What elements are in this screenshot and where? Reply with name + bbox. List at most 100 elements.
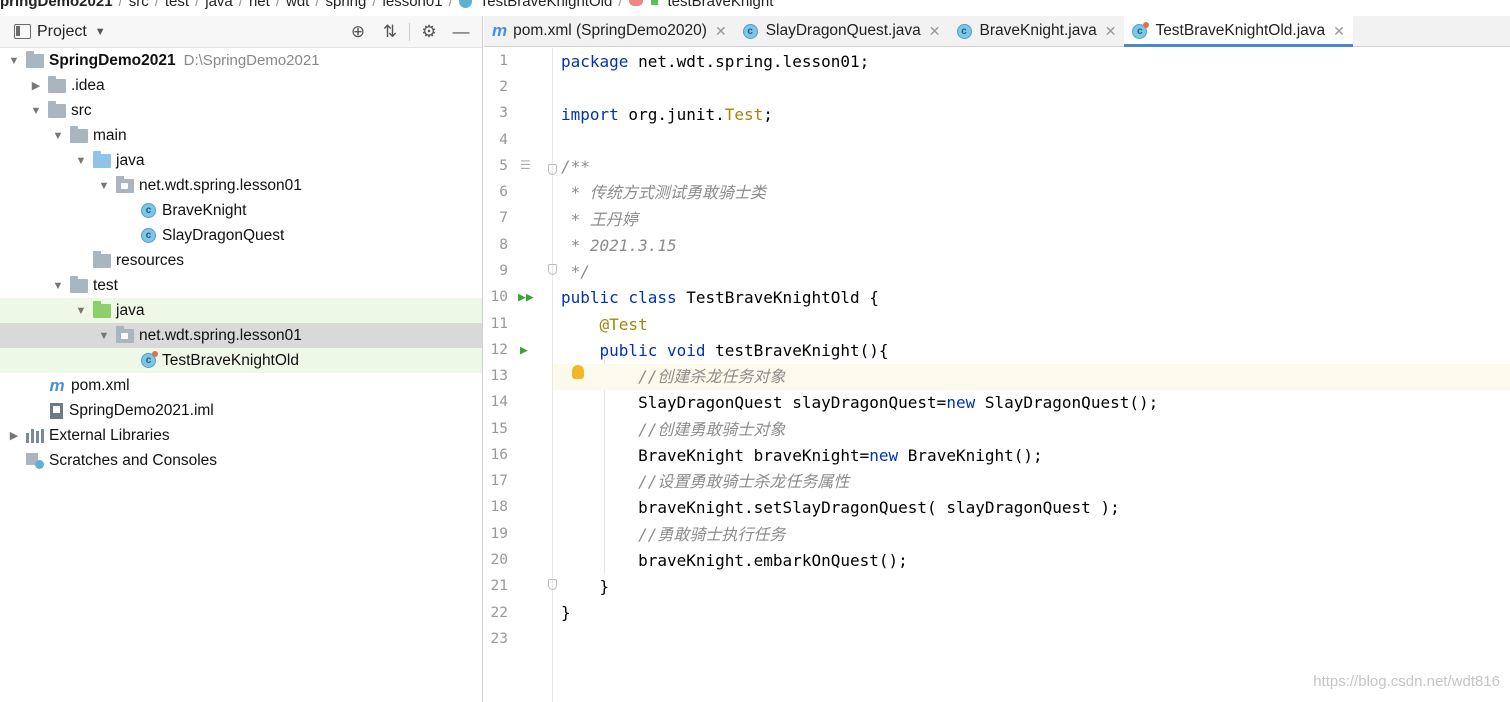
breadcrumb-item[interactable]: test	[165, 0, 189, 10]
tree-item-pom[interactable]: m pom.xml	[0, 373, 482, 398]
line-number: 3	[499, 105, 508, 121]
package-icon	[116, 175, 134, 193]
tree-item-test-java[interactable]: ▼ java	[0, 298, 482, 323]
code-line: //设置勇敢骑士杀龙任务属性	[561, 472, 850, 491]
watermark: https://blog.csdn.net/wdt816	[1313, 673, 1500, 690]
folder-icon	[70, 125, 88, 143]
lightbulb-icon[interactable]	[572, 365, 584, 379]
line-number: 13	[490, 368, 508, 384]
code-line: package net.wdt.spring.lesson01;	[561, 52, 870, 71]
chevron-down-icon[interactable]: ▼	[73, 155, 89, 167]
tree-item-testbraveknightold[interactable]: c TestBraveKnightOld	[0, 348, 482, 373]
project-view-selector[interactable]: Project	[37, 23, 87, 41]
chevron-down-icon[interactable]: ▼	[6, 55, 22, 67]
project-panel-header: Project ▼ ⊕ ⇅ ⚙ —	[0, 16, 482, 48]
line-number: 23	[490, 631, 508, 647]
code-line: */	[561, 262, 590, 281]
breadcrumb-item[interactable]: spring	[326, 0, 367, 10]
tree-item-external-libraries[interactable]: ▶ External Libraries	[0, 423, 482, 448]
tab-testbraveknightold[interactable]: c TestBraveKnightOld.java ✕	[1124, 16, 1354, 47]
chevron-down-icon[interactable]: ▼	[50, 280, 66, 292]
code-line: public void testBraveKnight(){	[561, 341, 889, 360]
code-line: /**	[561, 157, 590, 176]
close-icon[interactable]: ✕	[929, 23, 941, 40]
line-number: 10	[490, 289, 508, 305]
breadcrumb-item[interactable]: java	[205, 0, 233, 10]
tree-item-slaydragonquest[interactable]: c SlayDragonQuest	[0, 223, 482, 248]
line-number: 4	[499, 132, 508, 148]
collapse-all-icon[interactable]: ⇅	[377, 20, 403, 44]
tree-item-test-package[interactable]: ▼ net.wdt.spring.lesson01	[0, 323, 482, 348]
locate-icon[interactable]: ⊕	[345, 20, 371, 44]
chevron-right-icon[interactable]: ▶	[6, 429, 22, 442]
class-icon	[458, 0, 472, 8]
tree-item-braveknight[interactable]: c BraveKnight	[0, 198, 482, 223]
breadcrumb-item[interactable]: TestBraveKnightOld	[480, 0, 613, 10]
tree-item-scratches[interactable]: Scratches and Consoles	[0, 448, 482, 473]
code-line: }	[561, 603, 571, 622]
line-number: 7	[499, 210, 508, 226]
line-number: 16	[490, 447, 508, 463]
current-code-line: //创建杀龙任务对象	[553, 364, 1510, 390]
chevron-down-icon[interactable]: ▼	[96, 330, 112, 342]
chevron-down-icon[interactable]: ▼	[73, 305, 89, 317]
tree-item-iml[interactable]: SpringDemo2021.iml	[0, 398, 482, 423]
line-number: 20	[490, 552, 508, 568]
folder-icon	[70, 275, 88, 293]
tree-item-test[interactable]: ▼ test	[0, 273, 482, 298]
chevron-down-icon[interactable]: ▼	[96, 180, 112, 192]
line-number: 9	[499, 263, 508, 279]
code-line: }	[561, 577, 610, 596]
code-line: import org.junit.Test;	[561, 105, 773, 124]
tree-item-idea[interactable]: ▶ .idea	[0, 73, 482, 98]
run-class-icon[interactable]: ▶▶	[518, 290, 534, 305]
run-test-icon[interactable]: ▶	[520, 343, 528, 358]
code-line: BraveKnight braveKnight=new BraveKnight(…	[561, 446, 1043, 465]
line-number: 12	[490, 342, 508, 358]
close-icon[interactable]: ✕	[1105, 23, 1117, 40]
source-folder-icon	[93, 150, 111, 168]
line-number: 19	[490, 526, 508, 542]
chevron-right-icon[interactable]: ▶	[28, 79, 44, 92]
library-icon	[26, 428, 44, 443]
tab-braveknight[interactable]: c BraveKnight.java ✕	[949, 16, 1125, 46]
test-class-icon: c	[141, 351, 158, 368]
line-number: 21	[490, 578, 508, 594]
folder-icon	[48, 100, 66, 118]
line-number: 22	[490, 605, 508, 621]
tree-item-resources[interactable]: resources	[0, 248, 482, 273]
code-editor[interactable]: 1 2 3 4 5 6 7 8 9 10 11 12 13 14 15 16 1…	[484, 48, 1510, 702]
tree-item-main-package[interactable]: ▼ net.wdt.spring.lesson01	[0, 173, 482, 198]
public-icon	[650, 0, 658, 5]
tree-item-main[interactable]: ▼ main	[0, 123, 482, 148]
tab-pom[interactable]: m pom.xml (SpringDemo2020) ✕	[484, 16, 735, 46]
breadcrumb-item[interactable]: wdt	[286, 0, 309, 10]
gear-icon[interactable]: ⚙	[416, 20, 442, 44]
hide-icon[interactable]: —	[448, 20, 474, 44]
close-icon[interactable]: ✕	[715, 23, 727, 40]
breadcrumb-item[interactable]: lesson01	[383, 0, 443, 10]
chevron-down-icon[interactable]: ▼	[28, 105, 44, 117]
iml-file-icon	[50, 402, 63, 419]
test-folder-icon	[93, 300, 111, 318]
tab-slaydragonquest[interactable]: c SlayDragonQuest.java ✕	[735, 16, 949, 46]
doc-render-icon[interactable]: ☰	[520, 158, 531, 172]
close-icon[interactable]: ✕	[1333, 23, 1345, 40]
tree-item-src[interactable]: ▼ src	[0, 98, 482, 123]
tree-item-project-root[interactable]: ▼ SpringDemo2021 D:\SpringDemo2021	[0, 48, 482, 73]
code-line: * 2021.3.15	[561, 236, 677, 255]
project-icon	[14, 24, 31, 39]
module-folder-icon	[26, 50, 44, 68]
tree-item-main-java[interactable]: ▼ java	[0, 148, 482, 173]
editor-gutter: 1 2 3 4 5 6 7 8 9 10 11 12 13 14 15 16 1…	[484, 48, 557, 702]
line-number: 5	[499, 158, 508, 174]
code-line: public class TestBraveKnightOld {	[561, 288, 879, 307]
line-number: 2	[499, 79, 508, 95]
breadcrumb-item[interactable]: testBraveKnight	[668, 0, 774, 10]
chevron-down-icon[interactable]: ▼	[95, 26, 106, 38]
breadcrumb: pringDemo2021 / src / test / java / net …	[0, 0, 1510, 10]
breadcrumb-item[interactable]: pringDemo2021	[0, 0, 113, 10]
breadcrumb-item[interactable]: net	[249, 0, 270, 10]
breadcrumb-item[interactable]: src	[129, 0, 149, 10]
chevron-down-icon[interactable]: ▼	[50, 130, 66, 142]
